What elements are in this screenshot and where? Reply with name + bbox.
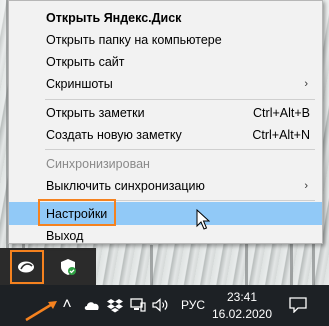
- menu-item-new-note[interactable]: Создать новую заметку Ctrl+Alt+N: [9, 123, 322, 146]
- menu-separator: [45, 99, 315, 100]
- windows-defender-icon[interactable]: [58, 257, 78, 277]
- language-indicator[interactable]: РУС: [181, 298, 205, 312]
- menu-separator: [45, 149, 315, 150]
- menu-item-label: Открыть сайт: [46, 54, 125, 69]
- menu-item-open-folder[interactable]: Открыть папку на компьютере: [9, 28, 322, 51]
- menu-item-open-notes[interactable]: Открыть заметки Ctrl+Alt+B: [9, 101, 322, 124]
- menu-item-label: Синхронизирован: [46, 156, 150, 171]
- menu-item-label: Создать новую заметку: [46, 127, 182, 142]
- menu-item-shortcut: Ctrl+Alt+N: [252, 127, 310, 142]
- menu-item-sync-status: Синхронизирован: [9, 152, 322, 175]
- menu-item-shortcut: Ctrl+Alt+B: [253, 105, 310, 120]
- menu-item-label: Открыть папку на компьютере: [46, 32, 222, 47]
- menu-item-label: Открыть Яндекс.Диск: [46, 10, 182, 25]
- submenu-arrow-icon: ›: [304, 179, 308, 192]
- menu-item-open-site[interactable]: Открыть сайт: [9, 50, 322, 73]
- submenu-arrow-icon: ›: [304, 77, 308, 90]
- menu-item-label: Скриншоты: [46, 76, 113, 91]
- menu-item-open-yandex-disk[interactable]: Открыть Яндекс.Диск: [9, 6, 322, 29]
- chevron-up-icon: ˄: [62, 296, 72, 313]
- clock-time[interactable]: 23:41: [207, 290, 277, 304]
- onedrive-cloud-icon[interactable]: [82, 297, 102, 313]
- network-icon[interactable]: [129, 296, 147, 314]
- yandex-disk-icon-highlight: [10, 250, 44, 284]
- show-hidden-icons-button[interactable]: ˄: [58, 295, 76, 315]
- menu-item-label: Выход: [46, 228, 84, 243]
- settings-highlight: [38, 199, 116, 226]
- mouse-cursor-icon: [196, 208, 211, 234]
- menu-item-disable-sync[interactable]: Выключить синхронизацию ›: [9, 174, 322, 197]
- menu-item-label: Открыть заметки: [46, 105, 145, 120]
- notification-center-icon[interactable]: [287, 295, 309, 315]
- annotation-arrow-icon: [24, 298, 60, 325]
- volume-icon[interactable]: [151, 296, 171, 314]
- dropbox-icon[interactable]: [106, 296, 124, 314]
- menu-item-label: Выключить синхронизацию: [46, 178, 205, 193]
- clock-date[interactable]: 16.02.2020: [207, 307, 277, 321]
- menu-item-screenshots[interactable]: Скриншоты ›: [9, 72, 322, 95]
- menu-item-exit[interactable]: Выход: [9, 224, 322, 247]
